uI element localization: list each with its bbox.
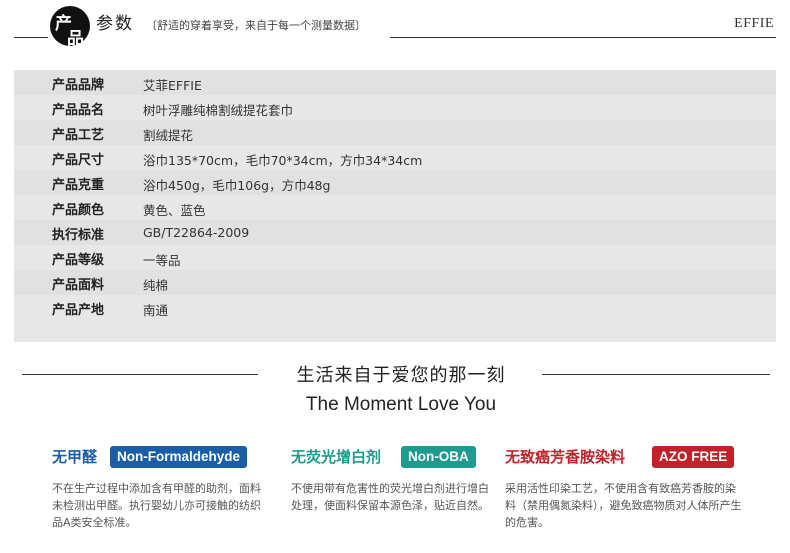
- param-label: 产品产地: [52, 303, 105, 318]
- param-label: 产品颜色: [52, 203, 105, 218]
- param-label: 产品品牌: [52, 78, 105, 93]
- param-value: 一等品: [143, 253, 181, 268]
- feature-description: 不在生产过程中添加含有甲醛的助剂，面料未检测出甲醛。执行婴幼儿亦可接触的纺织品A…: [52, 482, 261, 529]
- param-value: 南通: [143, 303, 169, 318]
- product-logo-badge: 产 品: [50, 6, 90, 49]
- param-value: 黄色、蓝色: [143, 203, 206, 218]
- table-row: 产品尺寸 浴巾135*70cm，毛巾70*34cm，方巾34*34cm: [14, 145, 776, 170]
- table-row: 产品克重 浴巾450g，毛巾106g，方巾48g: [14, 170, 776, 195]
- feature-title: 无致癌芳香胺染料: [505, 448, 626, 466]
- param-value: 浴巾450g，毛巾106g，方巾48g: [143, 178, 331, 193]
- table-row: 产品工艺 割绒提花: [14, 120, 776, 145]
- section-subtitle: 〔舒适的穿着享受，来自于每一个测量数据〕: [146, 19, 366, 32]
- param-value: 浴巾135*70cm，毛巾70*34cm，方巾34*34cm: [143, 153, 423, 168]
- table-row: 产品产地 南通: [14, 295, 776, 320]
- slogan-rule-left: [22, 374, 258, 375]
- table-row: 产品品名 树叶浮雕纯棉割绒提花套巾: [14, 95, 776, 120]
- brand-name: EFFIE: [734, 16, 774, 31]
- param-label: 产品品名: [52, 103, 105, 118]
- feature-title: 无荧光增白剂: [291, 448, 382, 466]
- slogan-rule-right: [542, 374, 770, 375]
- header-rule-right: [390, 37, 776, 38]
- feature-description: 采用活性印染工艺，不使用含有致癌芳香胺的染料（禁用偶氮染料），避免致癌物质对人体…: [505, 482, 742, 529]
- feature-title: 无甲醛: [52, 448, 98, 466]
- param-value: 树叶浮雕纯棉割绒提花套巾: [143, 103, 294, 118]
- params-table: 产品品牌 艾菲EFFIE 产品品名 树叶浮雕纯棉割绒提花套巾 产品工艺 割绒提花…: [14, 70, 776, 342]
- section-header: 产 品 参数 〔舒适的穿着享受，来自于每一个测量数据〕 EFFIE: [0, 0, 790, 50]
- param-label: 产品克重: [52, 178, 105, 193]
- param-label: 产品工艺: [52, 128, 105, 143]
- logo-char-bottom: 品: [67, 29, 84, 49]
- feature-badge: Non-Formaldehyde: [110, 446, 248, 468]
- param-label: 产品尺寸: [52, 153, 105, 168]
- table-row: 产品面料 纯棉: [14, 270, 776, 295]
- slogan-chinese: 生活来自于爱您的那一刻: [296, 365, 506, 386]
- table-row: 产品等级 一等品: [14, 245, 776, 270]
- section-title: 参数: [96, 14, 134, 34]
- table-row: 执行标准 GB/T22864-2009: [14, 220, 776, 245]
- feature-badge: Non-OBA: [401, 446, 476, 468]
- param-label: 产品等级: [52, 253, 105, 268]
- header-rule-left: [14, 37, 48, 38]
- param-value: 艾菲EFFIE: [143, 78, 202, 93]
- param-label: 执行标准: [52, 228, 105, 243]
- param-label: 产品面料: [52, 278, 105, 293]
- param-value: 纯棉: [143, 278, 169, 293]
- param-value: 割绒提花: [143, 128, 194, 143]
- feature-description: 不使用带有危害性的荧光增白剂进行增白处理，使面料保留本源色泽，贴近自然。: [291, 482, 489, 512]
- table-row: 产品颜色 黄色、蓝色: [14, 195, 776, 220]
- param-value: GB/T22864-2009: [143, 225, 250, 240]
- table-row: 产品品牌 艾菲EFFIE: [14, 70, 776, 95]
- feature-badge: AZO FREE: [652, 446, 735, 468]
- slogan-english: The Moment Love You: [305, 394, 497, 415]
